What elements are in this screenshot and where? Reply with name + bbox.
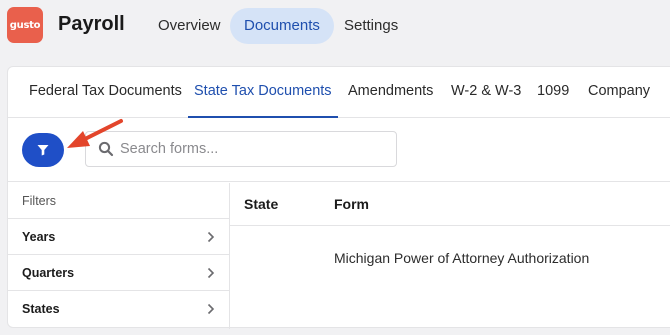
filters-sidebar: Filters Years Quarters States bbox=[8, 183, 230, 329]
nav-settings[interactable]: Settings bbox=[330, 8, 412, 44]
nav-overview[interactable]: Overview bbox=[144, 8, 235, 44]
filter-quarters[interactable]: Quarters bbox=[8, 255, 229, 291]
table-row[interactable]: Michigan Power of Attorney Authorization bbox=[230, 227, 670, 289]
tab-company[interactable]: Company bbox=[588, 67, 650, 118]
column-header-form[interactable]: Form bbox=[334, 183, 369, 226]
tab-federal-tax-documents[interactable]: Federal Tax Documents bbox=[29, 67, 182, 118]
filter-years-label: Years bbox=[22, 230, 56, 244]
tab-w2-w3[interactable]: W-2 & W-3 bbox=[451, 67, 521, 118]
search-box bbox=[85, 131, 397, 167]
chevron-right-icon bbox=[207, 231, 215, 243]
tab-1099[interactable]: 1099 bbox=[537, 67, 569, 118]
documents-card: Federal Tax Documents State Tax Document… bbox=[7, 66, 670, 329]
cell-form[interactable]: Michigan Power of Attorney Authorization bbox=[334, 250, 589, 266]
table-header: State Form bbox=[230, 183, 670, 226]
toolbar bbox=[8, 119, 670, 182]
nav-documents[interactable]: Documents bbox=[230, 8, 334, 44]
tab-state-tax-documents-label: State Tax Documents bbox=[194, 83, 332, 99]
chevron-right-icon bbox=[207, 303, 215, 315]
filter-funnel-icon bbox=[37, 145, 49, 156]
filter-quarters-label: Quarters bbox=[22, 266, 75, 280]
filter-states-label: States bbox=[22, 302, 60, 316]
document-tabs: Federal Tax Documents State Tax Document… bbox=[8, 67, 670, 118]
logo-text: gusto bbox=[9, 19, 41, 31]
app-title: Payroll bbox=[58, 13, 125, 35]
tab-amendments[interactable]: Amendments bbox=[348, 67, 433, 118]
gusto-logo[interactable]: gusto bbox=[7, 7, 43, 43]
filter-button[interactable] bbox=[22, 133, 64, 167]
top-bar: gusto Payroll Overview Documents Setting… bbox=[0, 0, 670, 52]
tab-state-tax-documents[interactable]: State Tax Documents bbox=[188, 67, 338, 118]
filter-states[interactable]: States bbox=[8, 291, 229, 327]
annotation-arrow-icon bbox=[67, 119, 123, 148]
filters-header: Filters bbox=[8, 183, 229, 219]
filter-years[interactable]: Years bbox=[8, 219, 229, 255]
chevron-right-icon bbox=[207, 267, 215, 279]
column-header-state[interactable]: State bbox=[244, 183, 278, 226]
search-input[interactable] bbox=[120, 132, 390, 166]
